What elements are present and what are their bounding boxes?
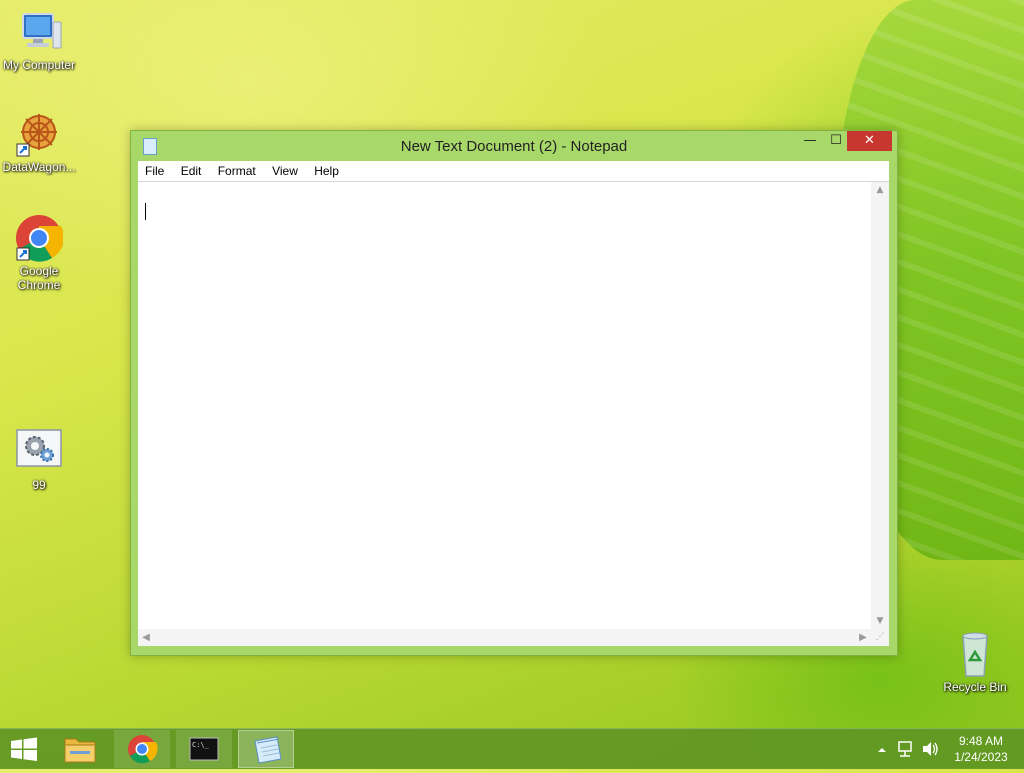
scroll-left-icon[interactable]: ◀	[138, 629, 154, 646]
menu-file[interactable]: File	[139, 161, 170, 181]
taskbar-clock[interactable]: 9:48 AM 1/24/2023	[946, 733, 1016, 765]
desktop-icon-google-chrome[interactable]: Google Chrome	[1, 214, 77, 292]
menu-format[interactable]: Format	[212, 161, 262, 181]
menu-help[interactable]: Help	[308, 161, 345, 181]
resize-grip-icon[interactable]: ⋰	[871, 629, 889, 646]
taskbar: C:\_ 9:48 AM 1/24/2023	[0, 728, 1024, 769]
text-caret	[145, 203, 146, 220]
notepad-icon	[254, 736, 282, 764]
show-hidden-icons-icon[interactable]	[874, 729, 890, 769]
minimize-button[interactable]: —	[797, 131, 823, 151]
clock-date: 1/24/2023	[954, 750, 1008, 764]
scroll-up-icon[interactable]: ▲	[871, 182, 889, 198]
svg-text:C:\_: C:\_	[192, 741, 210, 749]
cmd-icon: C:\_	[189, 737, 219, 761]
chrome-icon	[15, 214, 65, 262]
computer-icon	[15, 8, 63, 56]
settings-file-icon	[15, 428, 63, 476]
desktop-icon-label: My Computer	[2, 58, 76, 72]
horizontal-scrollbar[interactable]: ◀ ▶	[138, 629, 871, 646]
network-icon[interactable]	[896, 729, 916, 769]
volume-icon[interactable]	[920, 729, 940, 769]
datawagon-icon	[15, 110, 63, 158]
menu-edit[interactable]: Edit	[175, 161, 208, 181]
recycle-bin-icon	[951, 630, 999, 678]
taskbar-notepad[interactable]	[238, 730, 294, 768]
scroll-right-icon[interactable]: ▶	[855, 629, 871, 646]
scroll-down-icon[interactable]: ▼	[871, 613, 889, 629]
start-button[interactable]	[0, 729, 48, 769]
chrome-icon	[128, 735, 158, 764]
notepad-window[interactable]: New Text Document (2) - Notepad — ☐ ✕ Fi…	[130, 130, 898, 656]
taskbar-google-chrome[interactable]	[114, 730, 170, 768]
desktop-icon-datawagon[interactable]: DataWagon...	[1, 110, 77, 174]
folder-icon	[64, 738, 96, 763]
desktop-icon-my-computer[interactable]: My Computer	[1, 8, 77, 72]
window-title: New Text Document (2) - Notepad	[400, 138, 628, 155]
maximize-button[interactable]: ☐	[823, 131, 849, 151]
title-bar[interactable]: New Text Document (2) - Notepad — ☐ ✕	[131, 131, 897, 161]
clock-time: 9:48 AM	[958, 734, 1004, 748]
taskbar-command-prompt[interactable]: C:\_	[176, 730, 232, 768]
menu-view[interactable]: View	[266, 161, 304, 181]
desktop-icon-label: 99	[32, 478, 46, 492]
desktop-icon-label: Google Chrome	[17, 264, 61, 292]
desktop-icon-99[interactable]: 99	[1, 428, 77, 492]
menu-bar: File Edit Format View Help	[138, 161, 889, 182]
desktop-icon-label: Recycle Bin	[943, 680, 1007, 694]
desktop-icon-recycle-bin[interactable]: Recycle Bin	[937, 630, 1013, 694]
vertical-scrollbar[interactable]: ▲ ▼	[871, 182, 889, 629]
taskbar-file-explorer[interactable]	[52, 730, 108, 768]
windows-logo-icon	[11, 737, 37, 761]
text-editor-area[interactable]	[138, 182, 871, 629]
desktop-icon-label: DataWagon...	[2, 160, 76, 174]
close-button[interactable]: ✕	[847, 131, 892, 151]
